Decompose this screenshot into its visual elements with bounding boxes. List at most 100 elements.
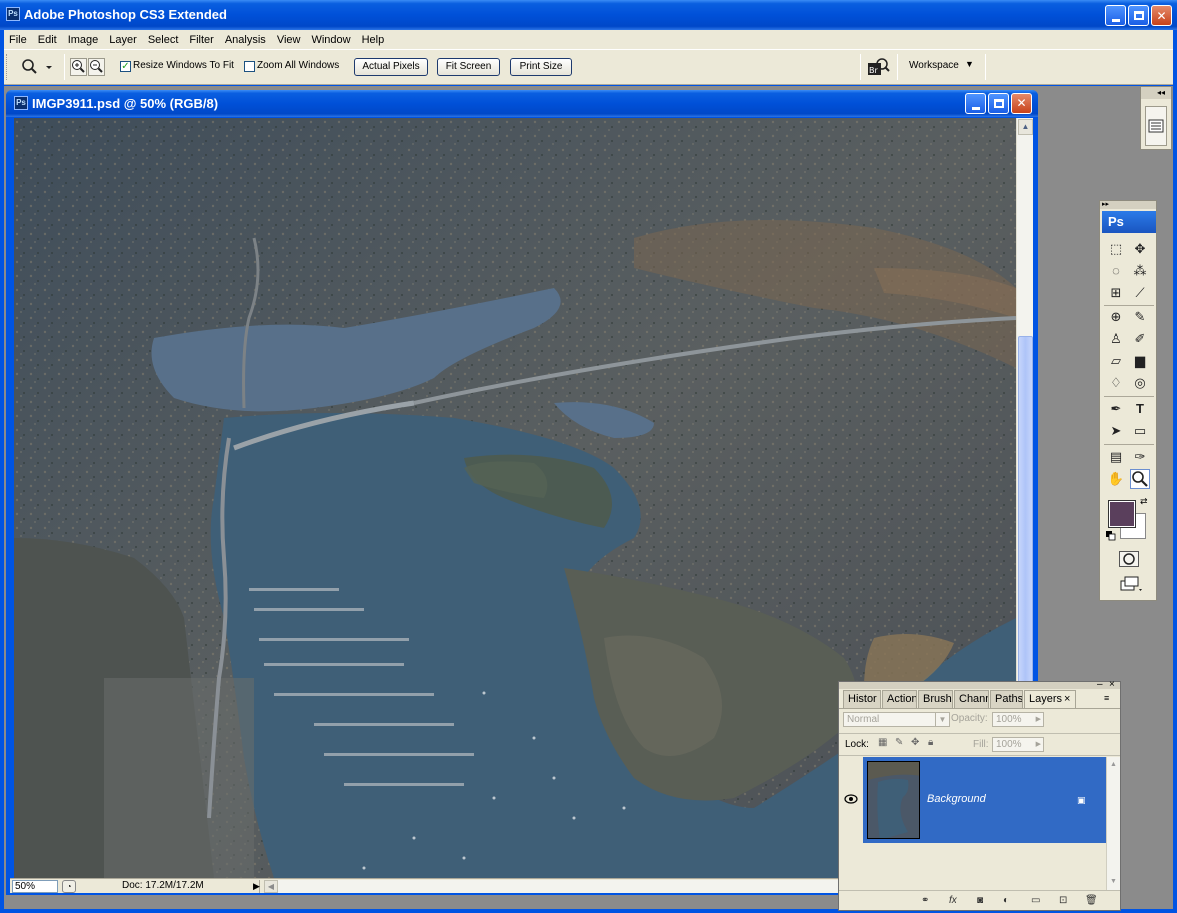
pen-tool[interactable]: ✒ [1106, 399, 1126, 419]
menu-window[interactable]: Window [306, 34, 356, 46]
menu-image[interactable]: Image [63, 34, 105, 46]
horizontal-scrollbar[interactable] [278, 880, 838, 893]
lock-all-icon[interactable]: 🔒︎ [928, 737, 933, 748]
adjustment-layer-icon[interactable]: ◐ [1003, 895, 1009, 906]
zoom-out-icon [90, 60, 103, 73]
layer-visibility-cell[interactable] [842, 757, 862, 843]
lock-pixels-icon[interactable]: ✎ [895, 737, 903, 748]
document-maximize-button[interactable] [988, 93, 1009, 114]
shape-tool[interactable]: ▭ [1130, 421, 1150, 441]
document-close-button[interactable]: ✕ [1011, 93, 1032, 114]
panel-close-icon[interactable]: × [1109, 679, 1115, 690]
tools-panel-grip[interactable]: ▸▸ [1100, 201, 1156, 209]
menu-select[interactable]: Select [143, 34, 185, 46]
chevron-down-icon: ▼ [935, 712, 949, 727]
close-button[interactable]: ✕ [1151, 5, 1172, 26]
quick-mask-button[interactable] [1119, 551, 1139, 567]
lock-transparency-icon[interactable]: ▦ [878, 737, 887, 748]
scroll-thumb[interactable] [1018, 336, 1033, 696]
panel-grip[interactable]: – × [839, 679, 1120, 690]
slice-tool[interactable]: ⟋ [1130, 283, 1150, 303]
document-title-bar[interactable]: Ps IMGP3911.psd @ 50% (RGB/8) ✕ [6, 90, 1038, 117]
zoom-tool-preset-picker[interactable] [21, 58, 55, 79]
menu-analysis[interactable]: Analysis [220, 34, 272, 46]
lock-position-icon[interactable]: ✥ [911, 737, 919, 748]
document-minimize-button[interactable] [965, 93, 986, 114]
navigator-panel-button[interactable] [1145, 106, 1167, 146]
actual-pixels-button[interactable]: Actual Pixels [354, 58, 428, 76]
notes-tool[interactable]: ▤ [1106, 447, 1126, 467]
status-menu-button[interactable]: ◔ [62, 880, 76, 893]
opacity-field[interactable]: 100% ▶ [992, 712, 1044, 727]
move-tool[interactable]: ✥ [1130, 239, 1150, 259]
fit-screen-button[interactable]: Fit Screen [437, 58, 500, 76]
panel-minimize-icon[interactable]: – [1097, 679, 1103, 690]
minimize-button[interactable] [1105, 5, 1126, 26]
menu-edit[interactable]: Edit [33, 34, 63, 46]
document-title: IMGP3911.psd @ 50% (RGB/8) [32, 96, 219, 111]
resize-windows-checkbox[interactable]: ✓ [120, 61, 131, 72]
history-brush-tool[interactable]: ✐ [1130, 329, 1150, 349]
clone-stamp-tool[interactable]: ♙ [1106, 329, 1126, 349]
bridge-button[interactable]: Br [866, 57, 890, 79]
link-layers-icon[interactable]: ⚭ [921, 895, 929, 906]
menu-file[interactable]: File [4, 34, 33, 46]
zoom-level-field[interactable]: 50% [12, 880, 58, 893]
zoom-tool[interactable] [1130, 469, 1150, 489]
type-tool[interactable]: T [1130, 399, 1150, 419]
menu-view[interactable]: View [272, 34, 307, 46]
add-mask-icon[interactable]: ◙ [977, 895, 983, 906]
tab-channels[interactable]: Chann [954, 690, 989, 708]
lasso-tool[interactable]: ◌ [1106, 261, 1126, 281]
panel-menu-icon[interactable]: ≡ [1104, 693, 1109, 703]
layers-scrollbar[interactable]: ▲ ▼ [1106, 757, 1120, 890]
zoom-out-button[interactable] [88, 58, 105, 76]
new-group-icon[interactable]: ▭ [1031, 895, 1040, 906]
new-layer-icon[interactable]: ⊡ [1059, 895, 1067, 906]
screen-mode-button[interactable] [1119, 574, 1143, 592]
menu-help[interactable]: Help [357, 34, 391, 46]
gradient-tool[interactable]: ▆ [1130, 351, 1150, 371]
tab-actions[interactable]: Action [882, 690, 917, 708]
menu-layer[interactable]: Layer [104, 34, 143, 46]
layer-row-background[interactable]: Background ▣ [863, 757, 1106, 843]
layer-style-icon[interactable]: fx [949, 895, 957, 906]
status-info-menu-arrow[interactable]: ▶ [251, 880, 262, 893]
blur-tool[interactable]: ♢ [1106, 373, 1126, 393]
marquee-tool[interactable]: ⬚ [1106, 239, 1126, 259]
swap-colors-icon[interactable]: ⇄ [1140, 496, 1148, 507]
tab-paths[interactable]: Paths [990, 690, 1023, 708]
path-selection-tool[interactable]: ➤ [1106, 421, 1126, 441]
blend-mode-select[interactable]: Normal ▼ [843, 712, 950, 727]
dodge-tool[interactable]: ◎ [1130, 373, 1150, 393]
crop-tool[interactable]: ⊞ [1106, 283, 1126, 303]
hand-tool[interactable]: ✋ [1106, 469, 1126, 489]
trash-icon[interactable]: 🗑︎ [1085, 895, 1098, 906]
menu-filter[interactable]: Filter [184, 34, 219, 46]
maximize-button[interactable] [1128, 5, 1149, 26]
close-tab-icon[interactable]: × [1064, 691, 1070, 707]
workspace-menu[interactable]: Workspace ▼ [904, 59, 979, 75]
tab-brushes[interactable]: Brushe [918, 690, 953, 708]
zoom-in-button[interactable] [70, 58, 87, 76]
scroll-down-arrow[interactable]: ▼ [1107, 875, 1120, 889]
print-size-button[interactable]: Print Size [510, 58, 572, 76]
options-grip[interactable] [6, 54, 10, 80]
scroll-up-arrow[interactable]: ▲ [1107, 758, 1120, 772]
healing-brush-tool[interactable]: ⊕ [1106, 307, 1126, 327]
default-colors-icon[interactable] [1106, 531, 1116, 541]
layer-name[interactable]: Background [927, 793, 986, 805]
expand-dock-button[interactable]: ◂◂ [1141, 87, 1171, 99]
tab-layers[interactable]: Layers × [1024, 690, 1076, 709]
brush-tool[interactable]: ✎ [1130, 307, 1150, 327]
scroll-left-arrow[interactable]: ◀ [264, 880, 278, 893]
tool-divider [1104, 444, 1154, 445]
fill-field[interactable]: 100% ▶ [992, 737, 1044, 752]
tab-history[interactable]: Histor [843, 690, 881, 708]
foreground-color-swatch[interactable] [1108, 500, 1136, 528]
zoom-all-windows-checkbox[interactable] [244, 61, 255, 72]
magic-wand-tool[interactable]: ⁂ [1130, 261, 1150, 281]
scroll-up-arrow[interactable]: ▲ [1018, 119, 1033, 135]
eraser-tool[interactable]: ▱ [1106, 351, 1126, 371]
eyedropper-tool[interactable]: ✑ [1130, 447, 1150, 467]
